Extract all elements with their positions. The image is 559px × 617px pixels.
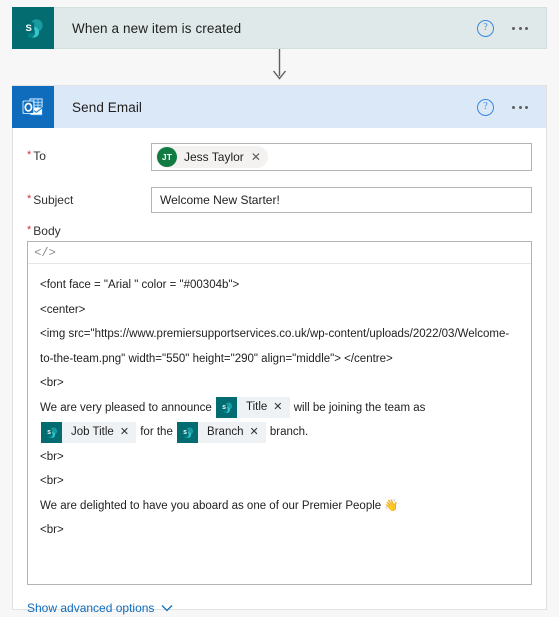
body-line: <br>	[40, 475, 64, 488]
body-text-segment: branch.	[266, 426, 309, 439]
action-header[interactable]: Send Email ?	[12, 86, 546, 128]
avatar: JT	[157, 147, 177, 167]
dynamic-token-branch[interactable]: S Branch ✕	[177, 421, 266, 443]
show-advanced-options-link[interactable]: Show advanced options	[27, 601, 173, 615]
body-blank-space	[40, 543, 519, 584]
token-label: Branch	[207, 425, 244, 438]
help-icon[interactable]: ?	[477, 98, 494, 116]
connector-arrow	[0, 49, 559, 85]
field-subject: * Subject Welcome New Starter!	[13, 187, 546, 213]
svg-text:S: S	[47, 430, 51, 436]
body-line: <font face = "Arial " color = "#00304b">	[40, 279, 240, 292]
action-title: Send Email	[72, 99, 143, 115]
body-label-text: Body	[33, 224, 61, 238]
body-label: * Body	[13, 224, 546, 238]
sharepoint-icon: S	[215, 397, 237, 419]
body-content[interactable]: <font face = "Arial " color = "#00304b">…	[28, 264, 531, 584]
trigger-card[interactable]: S When a new item is created ?	[12, 7, 547, 49]
more-options-icon[interactable]	[510, 102, 530, 113]
to-label: * To	[27, 143, 151, 163]
action-card-send-email: Send Email ? * To JT Jess Taylor ✕ * Sub…	[12, 85, 547, 615]
sharepoint-icon: S	[12, 7, 54, 49]
body-editor[interactable]: </> <font face = "Arial " color = "#0030…	[27, 241, 532, 585]
svg-text:S: S	[222, 405, 226, 411]
remove-token-icon[interactable]: ✕	[273, 397, 289, 418]
body-text-segment: for the	[137, 426, 177, 439]
outlook-icon	[12, 86, 54, 128]
to-input[interactable]: JT Jess Taylor ✕	[151, 143, 532, 171]
required-marker: *	[27, 149, 32, 161]
chevron-down-icon	[161, 601, 173, 615]
remove-recipient-icon[interactable]: ✕	[251, 151, 261, 163]
trigger-actions: ?	[477, 19, 546, 37]
sharepoint-icon: S	[41, 421, 62, 443]
body-line-with-tokens: We are very pleased to announce S Title ✕ …	[40, 396, 519, 445]
subject-input[interactable]: Welcome New Starter!	[151, 187, 532, 213]
action-fields: * To JT Jess Taylor ✕ * Subject Welcome Ne…	[13, 143, 546, 615]
body-line: <br>	[40, 377, 64, 390]
flow-designer-canvas: S When a new item is created ? Send Emai…	[0, 0, 559, 617]
body-text-segment: We are very pleased to announce	[40, 401, 215, 414]
show-advanced-options-label: Show advanced options	[27, 601, 155, 615]
remove-token-icon[interactable]: ✕	[249, 422, 265, 443]
body-line: <br>	[40, 450, 64, 463]
code-view-icon[interactable]: </>	[32, 242, 58, 263]
more-options-icon[interactable]	[510, 23, 530, 34]
body-line: <center>	[40, 303, 86, 316]
required-marker: *	[27, 193, 32, 205]
action-actions: ?	[477, 98, 546, 116]
advanced-options-row: Show advanced options	[13, 585, 546, 615]
field-to: * To JT Jess Taylor ✕	[13, 143, 546, 171]
body-line: <img src="https://www.premiersupportserv…	[40, 328, 510, 365]
body-toolbar: </>	[28, 242, 531, 265]
body-line: <br>	[40, 524, 64, 537]
token-label: Title	[245, 401, 268, 414]
recipient-name: Jess Taylor	[184, 150, 244, 164]
dynamic-token-title[interactable]: S Title ✕	[215, 397, 290, 419]
token-label: Job Title	[71, 425, 114, 438]
body-line: We are delighted to have you aboard as o…	[40, 499, 399, 512]
svg-text:S: S	[183, 430, 187, 436]
svg-text:S: S	[26, 23, 32, 34]
help-icon[interactable]: ?	[477, 19, 494, 37]
dynamic-token-job-title[interactable]: S Job Title ✕	[41, 421, 137, 443]
subject-label: * Subject	[27, 187, 151, 207]
subject-label-text: Subject	[33, 193, 74, 207]
trigger-title: When a new item is created	[72, 20, 242, 36]
recipient-chip[interactable]: JT Jess Taylor ✕	[156, 146, 268, 168]
remove-token-icon[interactable]: ✕	[120, 422, 136, 443]
body-text-segment: will be joining the team as	[290, 401, 426, 414]
required-marker: *	[27, 224, 32, 236]
sharepoint-icon: S	[177, 421, 199, 443]
to-label-text: To	[33, 149, 46, 163]
